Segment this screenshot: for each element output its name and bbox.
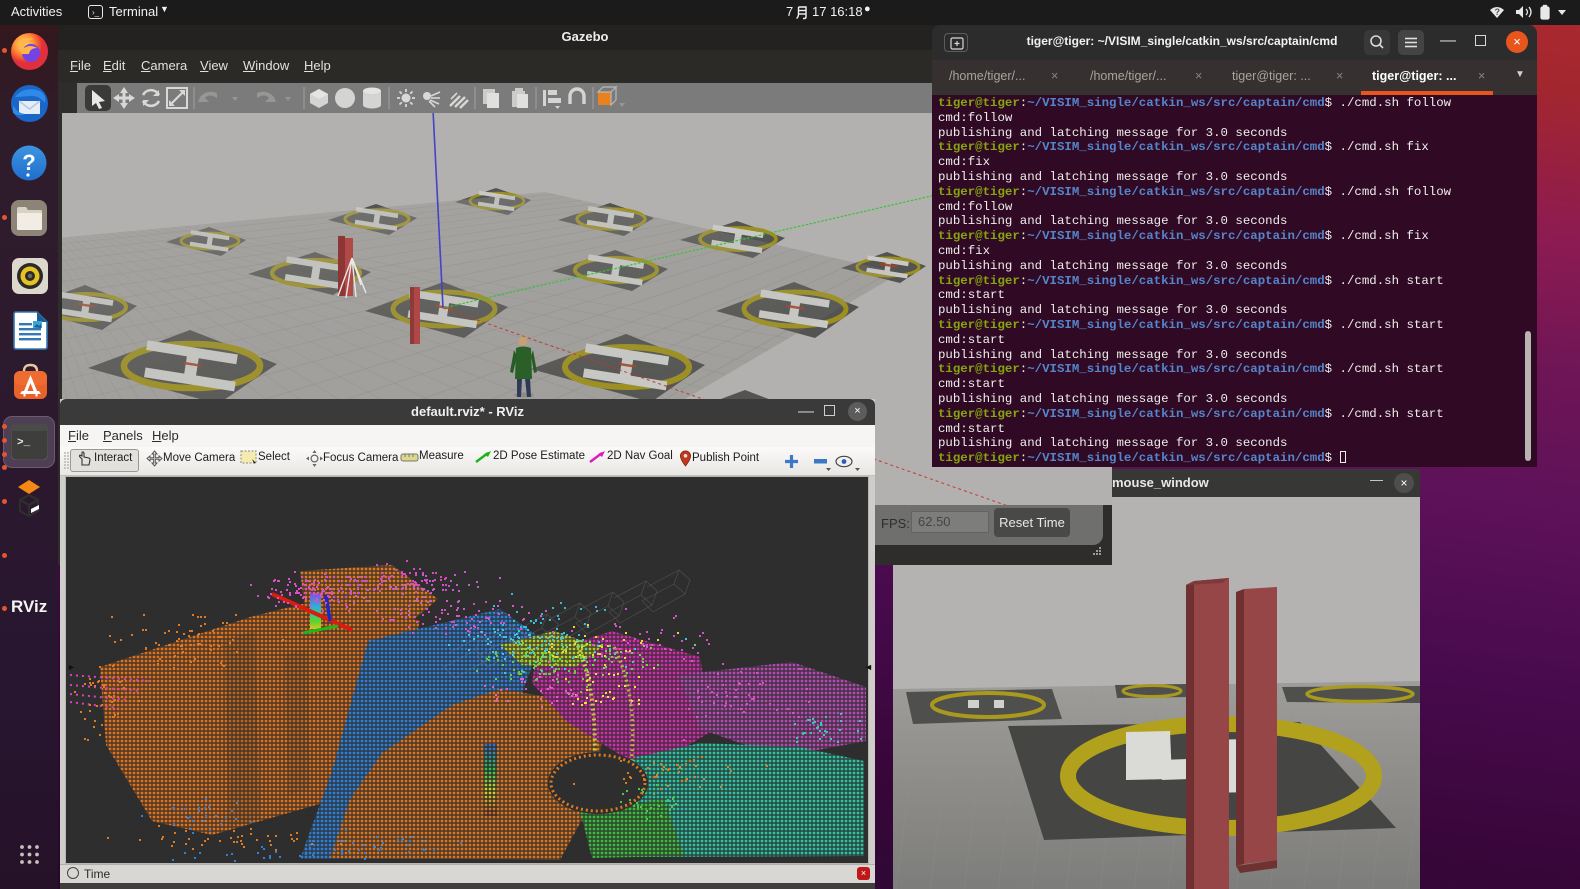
svg-text:?: ? <box>1495 7 1501 17</box>
